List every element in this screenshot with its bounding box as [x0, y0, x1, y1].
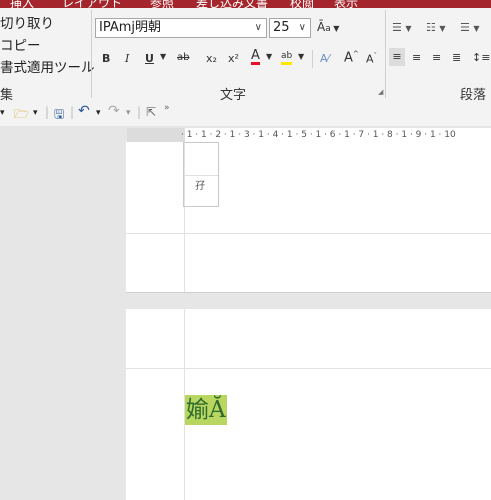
frame-character: 孖: [195, 181, 205, 192]
font-size-value: 25: [273, 20, 290, 35]
menu-view[interactable]: 表示: [334, 0, 358, 8]
superscript-button[interactable]: x²: [228, 52, 239, 65]
multilevel-list-button[interactable]: ☰ ▼: [460, 21, 480, 34]
frame-line: [184, 175, 218, 176]
change-case-button[interactable]: Āa ▼: [317, 20, 339, 34]
page-shadow: [126, 292, 491, 293]
cut-button[interactable]: 切り取り: [0, 12, 54, 32]
bullets-button[interactable]: ☰ ▼: [392, 21, 412, 34]
divider: [312, 50, 313, 68]
horizontal-ruler[interactable]: · 1 · 1 · 2 · 1 · 3 · 1 · 4 · 1 · 5 · 1 …: [127, 128, 491, 143]
group-divider: [91, 10, 92, 98]
clipboard-group-label: 集: [0, 88, 14, 103]
format-painter-button[interactable]: 書式適用ツール: [0, 56, 95, 76]
align-center-button[interactable]: ≡: [412, 51, 421, 64]
grow-font-button[interactable]: A^: [344, 50, 359, 65]
highlighter-icon: ab: [281, 51, 293, 61]
select-pointer-icon[interactable]: ⇱: [146, 105, 156, 119]
justify-button[interactable]: ≣: [452, 51, 461, 64]
italic-button[interactable]: I: [125, 52, 129, 65]
font-color-dropdown[interactable]: ▼: [266, 52, 272, 61]
font-name-value: IPAmj明朝: [99, 20, 162, 35]
line-spacing-button[interactable]: ↕≡: [472, 51, 490, 64]
ribbon: 切り取り コピー 書式適用ツール 集 IPAmj明朝 ∨ 25 ∨ Āa ▼ B…: [0, 8, 491, 103]
text-frame[interactable]: 孖: [183, 142, 219, 207]
quick-access-toolbar: ▾ 🗁 ▾ | 🖫 | ↶ ▾ ↷ ▾ | ⇱ »: [0, 102, 491, 126]
font-color-button[interactable]: A: [251, 49, 260, 65]
redo-dropdown[interactable]: ▾: [126, 108, 131, 118]
align-left-button[interactable]: ≡: [389, 48, 405, 66]
menu-bar: 挿入 レイアウト 参照 差し込み文書 校閲 表示: [0, 0, 491, 8]
page-2[interactable]: 媮Ă: [126, 309, 491, 500]
shrink-font-icon: A: [366, 52, 374, 66]
ruler-scale: · 1 · 1 · 2 · 1 · 3 · 1 · 4 · 1 · 5 · 1 …: [181, 130, 456, 140]
redo-icon[interactable]: ↷: [108, 103, 120, 119]
selected-text[interactable]: 媮Ă: [185, 395, 227, 425]
underline-label: U: [145, 52, 154, 65]
undo-icon[interactable]: ↶: [78, 103, 90, 119]
bold-button[interactable]: B: [102, 52, 110, 65]
more-commands-icon[interactable]: »: [164, 103, 170, 113]
menu-review[interactable]: 校閲: [290, 0, 314, 8]
font-dialog-launcher-icon[interactable]: ◢: [378, 88, 383, 96]
align-right-button[interactable]: ≡: [432, 51, 441, 64]
menu-layout[interactable]: レイアウト: [62, 0, 122, 8]
font-size-combo[interactable]: 25 ∨: [269, 18, 311, 38]
clear-format-icon: A⁄: [320, 52, 330, 65]
divider: |: [137, 105, 142, 119]
group-divider: [385, 10, 386, 98]
copy-button[interactable]: コピー: [0, 34, 41, 54]
strikethrough-button[interactable]: ab: [177, 52, 189, 63]
chevron-down-icon[interactable]: ∨: [255, 19, 262, 37]
open-dropdown[interactable]: ▾: [33, 108, 38, 118]
multilevel-list-icon: ☰: [460, 21, 470, 34]
shrink-font-button[interactable]: Aˇ: [366, 52, 377, 66]
margin-guide: [126, 368, 491, 369]
font-group-label: 文字: [220, 88, 247, 103]
menu-insert[interactable]: 挿入: [10, 0, 34, 8]
chevron-down-icon[interactable]: ∨: [299, 19, 306, 37]
align-center-icon: ≡: [412, 51, 422, 64]
numbered-list-icon: ☷: [426, 21, 436, 34]
paragraph-group-label: 段落: [460, 88, 487, 103]
line-spacing-icon: ↕≡: [472, 51, 491, 64]
align-left-icon: ≡: [392, 50, 402, 63]
page-1[interactable]: 孖: [126, 142, 491, 292]
menu-mailings[interactable]: 差し込み文書: [196, 0, 268, 8]
underline-button[interactable]: U: [145, 52, 154, 65]
change-case-icon: Āa: [317, 20, 331, 34]
numbering-button[interactable]: ☷ ▼: [426, 21, 446, 34]
undo-dropdown[interactable]: ▾: [96, 108, 101, 118]
justify-icon: ≣: [452, 51, 462, 64]
menu-references[interactable]: 参照: [150, 0, 174, 8]
underline-dropdown[interactable]: ▼: [160, 52, 166, 61]
highlight-dropdown[interactable]: ▼: [298, 52, 304, 61]
open-folder-icon[interactable]: 🗁: [14, 105, 29, 126]
font-name-combo[interactable]: IPAmj明朝 ∨: [95, 18, 267, 38]
clear-format-button[interactable]: A⁄: [320, 52, 329, 65]
divider: |: [45, 105, 50, 119]
new-dropdown[interactable]: ▾: [0, 108, 5, 118]
align-right-icon: ≡: [432, 51, 442, 64]
divider: |: [70, 105, 75, 119]
font-color-icon: A: [251, 48, 260, 63]
save-icon[interactable]: 🖫: [54, 105, 64, 126]
highlight-button[interactable]: ab: [281, 50, 293, 65]
subscript-button[interactable]: x₂: [206, 52, 217, 65]
margin-guide: [126, 233, 491, 234]
bullet-list-icon: ☰: [392, 21, 402, 34]
grow-font-icon: A: [344, 50, 353, 66]
